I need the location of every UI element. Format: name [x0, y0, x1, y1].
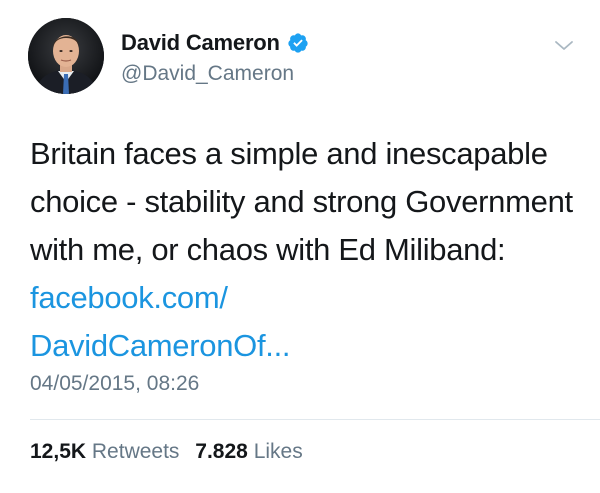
tweet-body: Britain faces a simple and inescapable c…: [30, 136, 573, 267]
retweets-stat[interactable]: 12,5K Retweets: [30, 440, 179, 463]
tweet-link-line1[interactable]: facebook.com/: [30, 280, 228, 315]
chevron-down-icon[interactable]: [553, 38, 575, 54]
tweet-card: David Cameron @David_Cameron Britain fac…: [0, 0, 600, 493]
profile-photo: [28, 18, 104, 94]
tweet-text: Britain faces a simple and inescapable c…: [30, 130, 580, 370]
tweet-link[interactable]: facebook.com/DavidCameronOf...: [30, 280, 291, 363]
verified-badge-icon: [287, 32, 309, 54]
likes-stat[interactable]: 7.828 Likes: [195, 440, 302, 463]
author-handle[interactable]: @David_Cameron: [121, 62, 294, 86]
author-display-name[interactable]: David Cameron: [121, 30, 280, 56]
author-name-row[interactable]: David Cameron: [121, 28, 309, 58]
tweet-timestamp[interactable]: 04/05/2015, 08:26: [30, 372, 199, 396]
likes-count: 7.828: [195, 440, 248, 463]
divider: [30, 419, 600, 420]
avatar[interactable]: [28, 18, 104, 94]
tweet-link-line2[interactable]: DavidCameronOf...: [30, 328, 291, 363]
retweets-label: Retweets: [91, 440, 180, 463]
tweet-stats: 12,5K Retweets 7.828 Likes: [30, 440, 313, 464]
likes-label: Likes: [253, 440, 303, 463]
retweets-count: 12,5K: [30, 440, 87, 463]
